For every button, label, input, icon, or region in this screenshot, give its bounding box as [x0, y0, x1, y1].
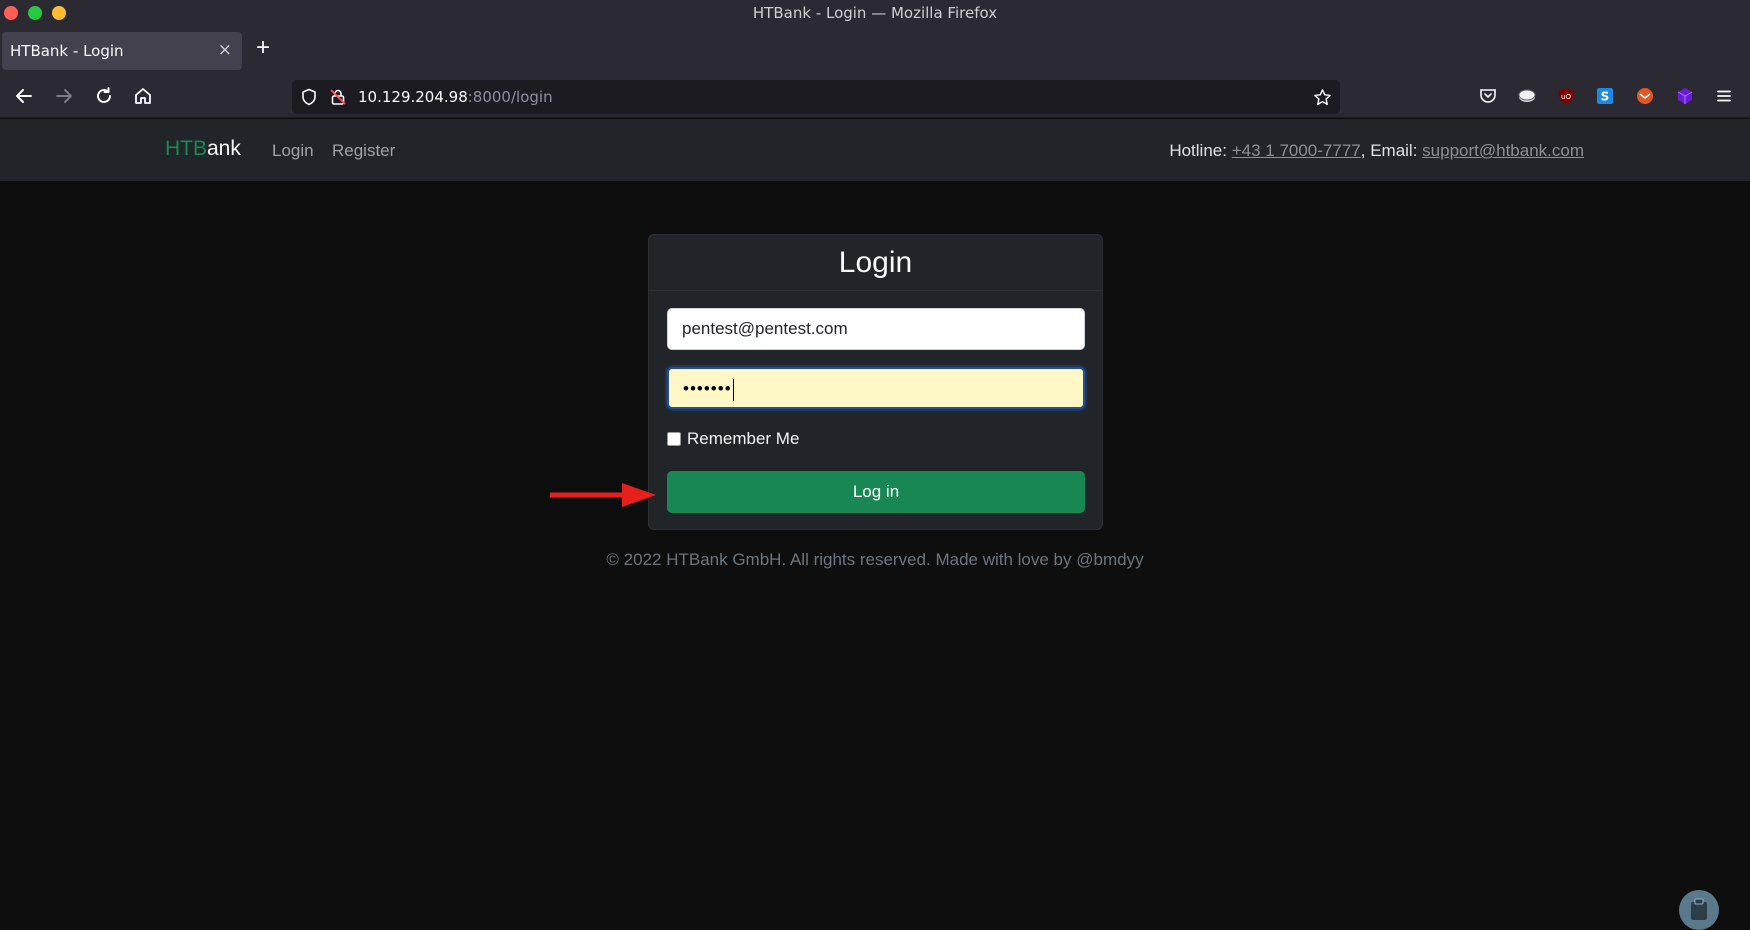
brand-logo-link[interactable]: HTBank: [165, 137, 241, 161]
email-field[interactable]: pentest@pentest.com: [667, 308, 1085, 350]
url-bar[interactable]: 10.129.204.98:8000/login: [292, 80, 1340, 114]
home-icon: [135, 88, 151, 104]
s-extension-icon: S: [1597, 88, 1613, 104]
hotline-label: Hotline:: [1169, 141, 1232, 160]
insecure-lock-icon: [330, 89, 346, 105]
extension-cookie-button[interactable]: [1517, 86, 1537, 106]
browser-tab[interactable]: HTBank - Login ×: [2, 32, 242, 70]
remember-me[interactable]: Remember Me: [667, 429, 799, 449]
svg-text:uO: uO: [1561, 93, 1571, 101]
annotation-arrow-icon: [550, 483, 656, 507]
reload-icon: [97, 87, 111, 103]
clipboard-widget-button[interactable]: [1679, 890, 1719, 930]
brand-rest: ank: [207, 137, 241, 160]
browser-toolbar: 10.129.204.98:8000/login uO S: [0, 74, 1750, 118]
close-tab-icon[interactable]: ×: [218, 40, 232, 60]
url-path: :8000/login: [467, 88, 553, 106]
nav-register-link[interactable]: Register: [332, 141, 395, 161]
window-title: HTBank - Login — Mozilla Firefox: [752, 4, 998, 22]
fox-extension-icon: [1637, 88, 1653, 104]
url-host: 10.129.204.98: [358, 88, 468, 106]
shield-icon: [302, 88, 316, 106]
email-label: , Email:: [1360, 141, 1423, 160]
forward-arrow-icon: [56, 89, 72, 103]
new-tab-button[interactable]: +: [256, 34, 270, 62]
remember-me-checkbox[interactable]: [667, 432, 681, 446]
remember-me-label: Remember Me: [687, 429, 800, 448]
forward-button[interactable]: [52, 84, 76, 108]
foxyproxy-button[interactable]: [1635, 86, 1655, 106]
svg-text:S: S: [1601, 90, 1610, 104]
pocket-button[interactable]: [1478, 86, 1498, 106]
login-card: Login pentest@pentest.com ••••••• Rememb…: [648, 234, 1103, 530]
clipboard-icon: [1691, 898, 1707, 920]
support-email-link[interactable]: support@htbank.com: [1422, 141, 1584, 160]
ublock-button[interactable]: uO: [1556, 86, 1576, 106]
url-text[interactable]: 10.129.204.98:8000/login: [358, 88, 553, 106]
extension-s-button[interactable]: S: [1595, 86, 1615, 106]
contact-info: Hotline: +43 1 7000-7777, Email: support…: [1169, 141, 1584, 161]
back-button[interactable]: [12, 84, 36, 108]
home-button[interactable]: [131, 84, 155, 108]
hamburger-menu-icon: [1717, 90, 1731, 102]
login-title: Login: [649, 235, 1102, 291]
password-mask: •••••••: [683, 379, 732, 398]
bookmark-star-icon: [1314, 89, 1331, 106]
page-footer: © 2022 HTBank GmbH. All rights reserved.…: [606, 550, 1144, 569]
text-caret: [732, 378, 734, 401]
brand-highlight: HTB: [165, 137, 207, 160]
cookie-extension-icon: [1518, 89, 1536, 102]
tab-title: HTBank - Login: [10, 42, 124, 60]
reload-button[interactable]: [92, 84, 116, 108]
tab-strip: HTBank - Login × +: [0, 28, 1750, 74]
site-navbar: HTBank Login Register Hotline: +43 1 700…: [0, 119, 1750, 181]
nav-login-link[interactable]: Login: [272, 141, 314, 161]
login-submit-button[interactable]: Log in: [667, 471, 1085, 513]
ublock-shield-icon: uO: [1559, 88, 1573, 104]
password-field[interactable]: •••••••: [667, 367, 1085, 409]
hotline-phone-link[interactable]: +43 1 7000-7777: [1232, 141, 1361, 160]
app-menu-button[interactable]: [1714, 86, 1734, 106]
back-arrow-icon: [16, 89, 32, 103]
wappalyzer-button[interactable]: [1675, 86, 1695, 106]
window-titlebar: HTBank - Login — Mozilla Firefox: [0, 0, 1750, 28]
pocket-icon: [1480, 89, 1496, 103]
cube-extension-icon: [1677, 88, 1693, 104]
